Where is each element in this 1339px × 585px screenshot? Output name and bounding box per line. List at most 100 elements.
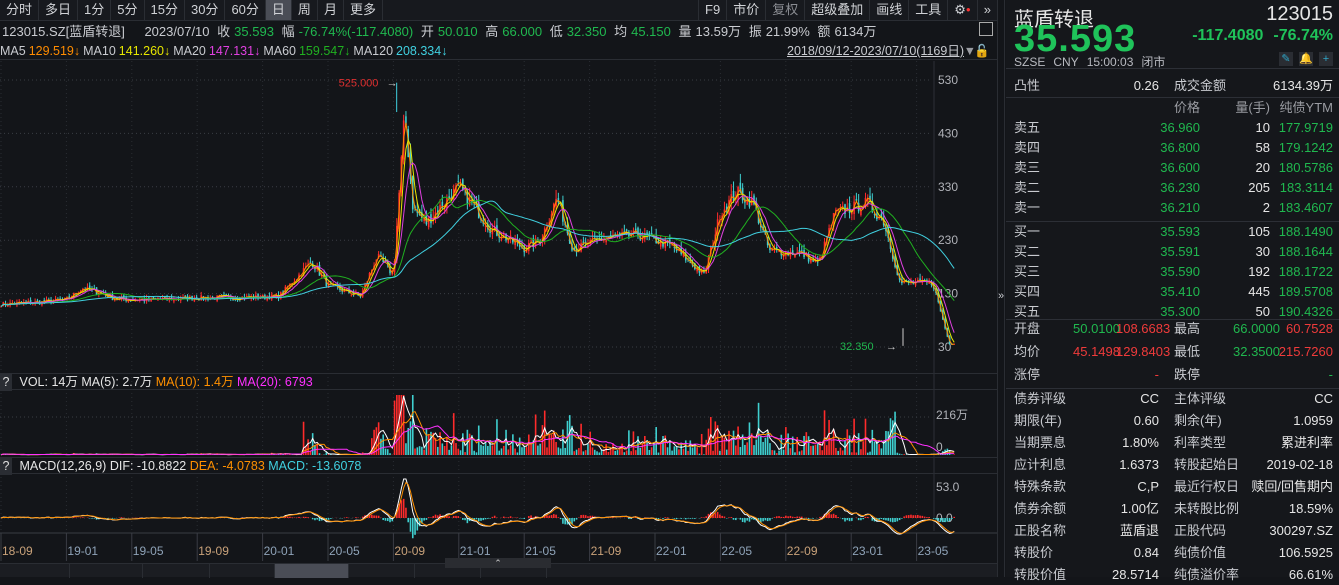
label: 转股价值 [1014, 565, 1066, 585]
adjust-button[interactable]: 复权 [765, 0, 804, 20]
volume-bar [781, 435, 783, 455]
max-arrow: → [387, 78, 398, 90]
volume-bar [662, 436, 664, 455]
bottom-tab-active[interactable] [275, 564, 349, 578]
macd-bar [899, 518, 901, 520]
orderbook-row[interactable]: 卖一 36.210 2 183.4607 [1006, 198, 1339, 218]
bottom-tab[interactable] [0, 564, 70, 578]
orderbook-row[interactable]: 买三 35.590 192 188.1722 [1006, 262, 1339, 282]
kline-chart[interactable]: 5304303302301303018-0919-0119-0519-0920-… [0, 61, 997, 563]
period-tab-daily[interactable]: 日 [266, 0, 292, 20]
macd-bar [387, 518, 389, 521]
volume-bar [514, 449, 516, 455]
volume-bar [417, 447, 419, 455]
tools-button[interactable]: 工具 [908, 0, 947, 20]
volume-bar [881, 448, 883, 455]
volume-bar [776, 453, 778, 455]
edit-pencil-icon[interactable]: ✎ [1279, 52, 1293, 66]
macd-bar [862, 518, 864, 519]
volume-bar [599, 452, 601, 455]
macd-bar [735, 518, 737, 520]
period-tab[interactable]: 周 [292, 0, 318, 20]
macd-bar [362, 517, 364, 518]
macd-bar [662, 518, 664, 519]
help-icon[interactable]: ? [0, 458, 12, 475]
time-tick-label: 22-01 [656, 544, 687, 558]
period-tab[interactable]: 1分 [78, 0, 111, 20]
bottom-tab[interactable] [349, 564, 415, 578]
add-plus-icon[interactable]: + [1319, 52, 1333, 66]
market-price-button[interactable]: 市价 [726, 0, 765, 20]
expand-chevrons-icon[interactable]: » [977, 0, 997, 20]
period-tab[interactable]: 30分 [185, 0, 225, 20]
volume-bar [312, 433, 314, 455]
volume-bar [787, 433, 789, 455]
period-tab-more[interactable]: 更多 [344, 0, 383, 20]
macd-bar [774, 517, 776, 518]
volume-bar [692, 448, 694, 455]
code-name: 123015.SZ[蓝盾转退] [2, 24, 125, 39]
period-tab[interactable]: 多日 [39, 0, 78, 20]
alert-bell-icon[interactable]: 🔔 [1299, 52, 1313, 66]
settings-gear-icon[interactable]: ⚙● [947, 0, 977, 20]
low-label: 低 [550, 24, 563, 39]
macd-bar [765, 518, 767, 520]
time-tick-label: 20-01 [264, 544, 295, 558]
orderbook-row[interactable]: 买一 35.593 105 188.1490 [1006, 222, 1339, 242]
macd-bar [417, 518, 419, 531]
orderbook-row[interactable]: 买四 35.410 445 189.5708 [1006, 282, 1339, 302]
volume: 20 [1200, 158, 1270, 178]
macd-bar [576, 518, 578, 520]
draw-button[interactable]: 画线 [869, 0, 908, 20]
orderbook-row[interactable]: 买二 35.591 30 188.1644 [1006, 242, 1339, 262]
expand-chevrons-icon[interactable]: » [998, 290, 1004, 302]
macd-bar [674, 518, 676, 519]
volume-bar [519, 438, 521, 455]
orderbook-row[interactable]: 卖二 36.230 205 183.3114 [1006, 178, 1339, 198]
volume-bar [783, 450, 785, 455]
layout-icon[interactable] [979, 22, 993, 36]
volume-bar [733, 431, 735, 455]
volume-bar [319, 453, 321, 455]
panel-splitter[interactable]: » [997, 0, 1005, 577]
period-tab[interactable]: 月 [318, 0, 344, 20]
expand-up-icon[interactable]: ⌃ [445, 558, 551, 568]
volume-tick-label: 216万 [936, 408, 968, 422]
bottom-tab[interactable] [70, 564, 143, 578]
period-tab[interactable]: 60分 [225, 0, 265, 20]
bottom-tab[interactable] [210, 564, 275, 578]
macd-bar [307, 517, 309, 518]
period-tab[interactable]: 5分 [111, 0, 144, 20]
macd-bar [851, 518, 853, 521]
orderbook-row[interactable]: 卖五 36.960 10 177.9719 [1006, 118, 1339, 138]
time-tick-label: 19-01 [67, 544, 98, 558]
macd-dea: DEA: -4.0783 [190, 459, 265, 473]
ytm: 180.5786 [1279, 158, 1333, 178]
dea-line [1, 482, 954, 533]
f9-button[interactable]: F9 [698, 0, 726, 20]
value: 赎回/回售期内 [1251, 477, 1333, 497]
volume-bar [808, 436, 810, 455]
volume-bar [558, 447, 560, 455]
date-range[interactable]: 2018/09/12-2023/07/10(1169日) [787, 42, 964, 60]
bottom-tab[interactable] [143, 564, 210, 578]
volume-bar [903, 454, 905, 455]
volume-bar [617, 450, 619, 455]
label: 凸性 [1014, 76, 1040, 96]
macd-bar [828, 513, 830, 518]
orderbook-row[interactable]: 卖四 36.800 58 179.1242 [1006, 138, 1339, 158]
overlay-button[interactable]: 超级叠加 [804, 0, 869, 20]
lock-icon[interactable]: 🔓 [974, 42, 990, 60]
orderbook-row[interactable]: 卖三 36.600 20 180.5786 [1006, 158, 1339, 178]
macd-bar [437, 515, 439, 518]
period-tab[interactable]: 15分 [145, 0, 185, 20]
macd-bar [833, 514, 835, 518]
ma-legend: MA5129.519↓MA10141.260↓MA20147.131↓MA601… [0, 42, 997, 60]
macd-bar [378, 516, 380, 518]
macd-bar [457, 516, 459, 518]
period-tab[interactable]: 分时 [0, 0, 39, 20]
help-icon[interactable]: ? [0, 374, 12, 391]
macd-bar [924, 517, 926, 518]
volume-bar [492, 446, 494, 455]
volume-bar [503, 446, 505, 455]
